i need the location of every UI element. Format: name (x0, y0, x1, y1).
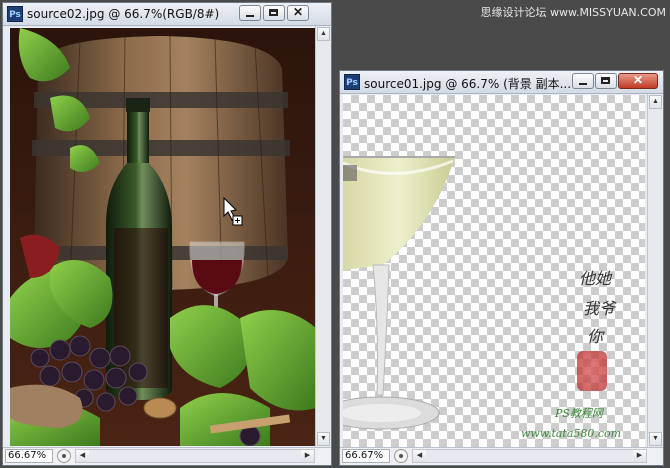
minimize-icon (246, 15, 254, 17)
signature-line-3: 你 (587, 327, 604, 346)
ps-url-watermark: www.tata580.com (521, 427, 622, 440)
document-title: source02.jpg @ 66.7%(RGB/8#) (27, 7, 220, 21)
status-bar: 66.67% ◀ ▶ (340, 447, 663, 465)
title-bar[interactable]: Ps source01.jpg @ 66.7% (背景 副本... ✕ (340, 71, 663, 94)
signature-line-1: 他她 (579, 269, 612, 288)
image-canvas-cocktail-glass[interactable]: 他她 我爷 你 PS教程网 www.tata580.com (343, 95, 645, 447)
status-menu-button[interactable] (57, 449, 71, 463)
document-window-source02[interactable]: Ps source02.jpg @ 66.7%(RGB/8#) ✕ ▲ ▼ 66… (2, 2, 332, 466)
minimize-button[interactable] (572, 73, 594, 89)
document-title: source01.jpg @ 66.7% (背景 副本... (364, 77, 572, 91)
zoom-level-field[interactable]: 66.67% (5, 449, 53, 463)
photoshop-icon: Ps (344, 74, 360, 90)
image-canvas-wine-barrel[interactable] (10, 28, 316, 446)
ps-site-watermark: PS教程网 (555, 407, 603, 420)
scroll-up-arrow[interactable]: ▲ (649, 95, 662, 109)
scroll-right-arrow[interactable]: ▶ (633, 450, 646, 462)
horizontal-scrollbar[interactable]: ◀ ▶ (412, 449, 647, 463)
red-seal-stamp (577, 351, 607, 391)
top-watermark: 思缘设计论坛 www.MISSYUAN.COM (480, 6, 666, 19)
scroll-up-arrow[interactable]: ▲ (317, 27, 330, 41)
close-button[interactable]: ✕ (618, 73, 658, 89)
maximize-button[interactable] (595, 73, 617, 89)
close-icon: ✕ (632, 73, 644, 87)
scroll-right-arrow[interactable]: ▶ (301, 450, 314, 462)
document-window-source01[interactable]: Ps source01.jpg @ 66.7% (背景 副本... ✕ 他她 我… (339, 70, 664, 466)
scroll-left-arrow[interactable]: ◀ (76, 450, 89, 462)
status-menu-button[interactable] (394, 449, 408, 463)
close-icon: ✕ (292, 5, 304, 19)
minimize-button[interactable] (239, 5, 261, 21)
horizontal-scrollbar[interactable]: ◀ ▶ (75, 449, 315, 463)
zoom-level-field[interactable]: 66.67% (342, 449, 390, 463)
minimize-icon (579, 83, 587, 85)
maximize-icon (601, 77, 610, 84)
close-button[interactable]: ✕ (287, 5, 309, 21)
signature-line-2: 我爷 (583, 299, 616, 318)
vertical-scrollbar[interactable]: ▲ ▼ (647, 94, 663, 447)
wine-scene-image (10, 28, 316, 446)
vertical-scrollbar[interactable]: ▲ ▼ (315, 26, 331, 447)
scroll-down-arrow[interactable]: ▼ (317, 432, 330, 446)
maximize-icon (269, 9, 278, 16)
scroll-down-arrow[interactable]: ▼ (649, 432, 662, 446)
title-bar[interactable]: Ps source02.jpg @ 66.7%(RGB/8#) ✕ (3, 3, 331, 26)
maximize-button[interactable] (263, 5, 285, 21)
status-bar: 66.67% ◀ ▶ (3, 447, 331, 465)
photoshop-icon: Ps (7, 6, 23, 22)
scroll-left-arrow[interactable]: ◀ (413, 450, 426, 462)
